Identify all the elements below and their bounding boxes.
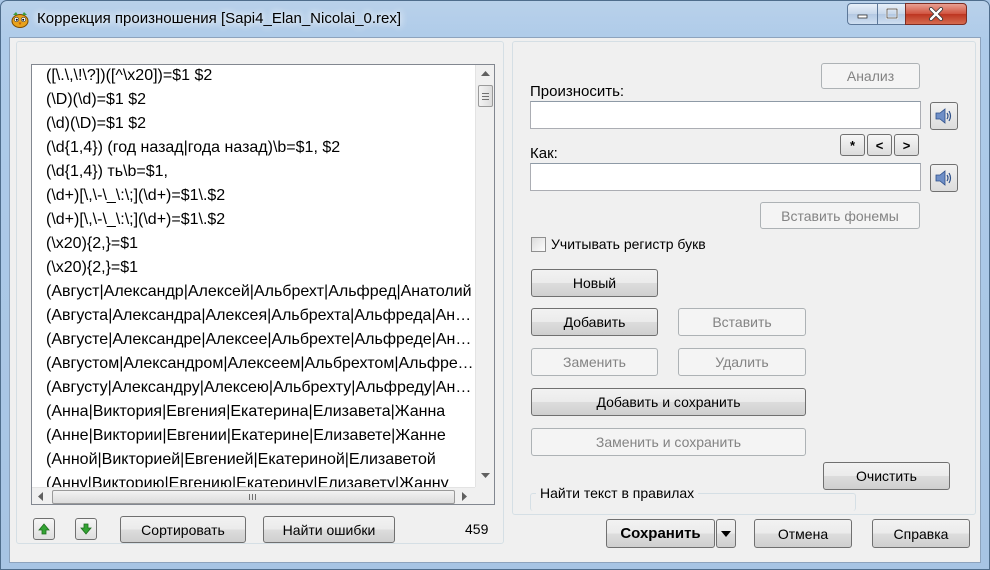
list-item[interactable]: (Августа|Александра|Алексея|Альбрехта|Ал…: [46, 306, 476, 326]
previous-button[interactable]: <: [867, 134, 892, 156]
speak-how-button[interactable]: [930, 164, 958, 192]
minimize-icon: [857, 14, 867, 19]
analyze-button[interactable]: Анализ: [821, 63, 920, 89]
list-item[interactable]: (Августу|Александру|Алексею|Альбрехту|Ал…: [46, 378, 476, 398]
cancel-button[interactable]: Отмена: [754, 519, 852, 548]
close-button[interactable]: [905, 3, 967, 25]
vertical-scrollbar[interactable]: [475, 65, 494, 488]
list-item[interactable]: (Анна|Виктория|Евгения|Екатерина|Елизаве…: [46, 402, 476, 422]
parrot-icon: [11, 12, 29, 28]
scroll-left-arrow-icon[interactable]: [38, 492, 44, 501]
find-errors-button[interactable]: Найти ошибки: [263, 516, 395, 543]
case-sensitive-label: Учитывать регистр букв: [551, 236, 706, 252]
arrow-up-icon: [38, 523, 50, 535]
list-item[interactable]: (Анной|Викторией|Евгенией|Екатериной|Ели…: [46, 450, 476, 470]
rules-panel: ([\.\,\!\?])([^\x20])=$1 $2 (\D)(\d)=$1 …: [16, 41, 504, 544]
add-button[interactable]: Добавить: [531, 308, 658, 336]
client-area: ([\.\,\!\?])([^\x20])=$1 $2 (\D)(\d)=$1 …: [9, 37, 981, 563]
minimize-button[interactable]: [847, 3, 877, 25]
list-item[interactable]: (\x20){2,}=$1: [46, 258, 476, 278]
pronounce-label: Произносить:: [530, 83, 625, 100]
scroll-down-arrow-icon[interactable]: [481, 473, 490, 479]
close-icon: [929, 7, 943, 21]
move-up-button[interactable]: [33, 518, 55, 540]
list-item[interactable]: (\d+)[\,\-\_\:\;](\d+)=$1\.$2: [46, 210, 476, 230]
horizontal-scroll-thumb[interactable]: [52, 490, 455, 504]
speak-pronounce-button[interactable]: [930, 102, 958, 130]
pronounce-input[interactable]: [530, 101, 921, 129]
replace-button[interactable]: Заменить: [531, 348, 658, 376]
delete-button[interactable]: Удалить: [678, 348, 806, 376]
save-dropdown-button[interactable]: [716, 519, 736, 548]
how-input[interactable]: [530, 163, 921, 191]
title-bar[interactable]: Коррекция произношения [Sapi4_Elan_Nicol…: [1, 1, 989, 37]
list-item[interactable]: (Август|Александр|Алексей|Альбрехт|Альфр…: [46, 282, 476, 302]
list-item[interactable]: (\x20){2,}=$1: [46, 234, 476, 254]
speaker-icon: [935, 108, 952, 124]
vertical-scroll-thumb[interactable]: [478, 85, 493, 107]
list-item[interactable]: ([\.\,\!\?])([^\x20])=$1 $2: [46, 66, 476, 86]
insert-button[interactable]: Вставить: [678, 308, 806, 336]
window-title: Коррекция произношения [Sapi4_Elan_Nicol…: [37, 10, 402, 27]
save-button[interactable]: Сохранить: [606, 519, 715, 548]
scroll-corner: [475, 487, 494, 504]
add-and-save-button[interactable]: Добавить и сохранить: [531, 388, 806, 416]
rules-list[interactable]: ([\.\,\!\?])([^\x20])=$1 $2 (\D)(\d)=$1 …: [31, 64, 495, 505]
list-item[interactable]: (\d{1,4}) (год назад|года назад)\b=$1, $…: [46, 138, 476, 158]
find-text-caption: Найти текст в правилах: [536, 485, 699, 501]
how-label: Как:: [530, 145, 558, 162]
next-button[interactable]: >: [894, 134, 919, 156]
list-item[interactable]: (\d{1,4}) ть\b=$1,: [46, 162, 476, 182]
arrow-down-icon: [80, 523, 92, 535]
rules-count: 459: [465, 521, 489, 537]
chevron-down-icon: [721, 530, 731, 537]
replace-and-save-button[interactable]: Заменить и сохранить: [531, 428, 806, 456]
horizontal-scrollbar[interactable]: [32, 487, 475, 504]
scroll-right-arrow-icon[interactable]: [462, 492, 468, 501]
sort-button[interactable]: Сортировать: [120, 516, 246, 543]
list-item[interactable]: (Августе|Александре|Алексее|Альбрехте|Ал…: [46, 330, 476, 350]
scroll-up-arrow-icon[interactable]: [481, 71, 490, 77]
list-item[interactable]: (Августом|Александром|Алексеем|Альбрехто…: [46, 354, 476, 374]
list-item[interactable]: (\D)(\d)=$1 $2: [46, 90, 476, 110]
clear-button[interactable]: Очистить: [823, 462, 950, 490]
case-sensitive-checkbox[interactable]: [531, 237, 546, 252]
speaker-icon: [935, 170, 952, 186]
list-item[interactable]: (Анне|Виктории|Евгении|Екатерине|Елизаве…: [46, 426, 476, 446]
dialog-window: Коррекция произношения [Sapi4_Elan_Nicol…: [0, 0, 990, 570]
insert-phonemes-button[interactable]: Вставить фонемы: [760, 202, 920, 229]
star-button[interactable]: *: [840, 134, 865, 156]
list-item[interactable]: (\d)(\D)=$1 $2: [46, 114, 476, 134]
new-button[interactable]: Новый: [531, 269, 658, 297]
list-item[interactable]: (\d+)[\,\-\_\:\;](\d+)=$1\.$2: [46, 186, 476, 206]
help-button[interactable]: Справка: [872, 519, 970, 548]
maximize-button[interactable]: [877, 3, 905, 25]
maximize-icon: [885, 8, 898, 20]
move-down-button[interactable]: [75, 518, 97, 540]
